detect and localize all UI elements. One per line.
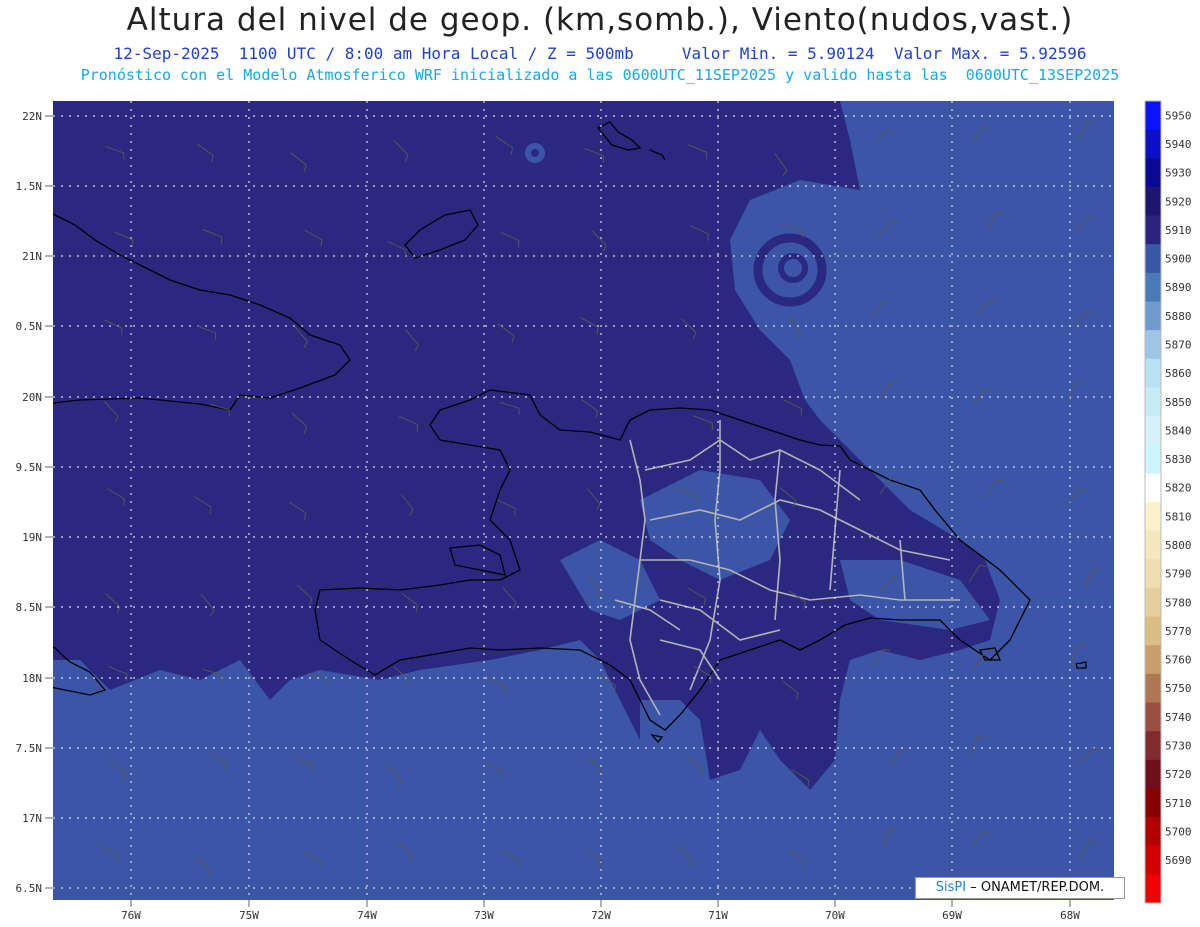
lon-labels: 76W 75W 74W 73W 72W 71W 70W 69W 68W xyxy=(121,909,1080,922)
colorbar-swatch xyxy=(1145,444,1161,474)
colorbar-swatch xyxy=(1145,530,1161,560)
lon-label: 76W xyxy=(121,909,141,922)
lon-label: 71W xyxy=(708,909,728,922)
colorbar-swatch xyxy=(1145,702,1161,732)
colorbar-swatch xyxy=(1145,817,1161,847)
lat-label: 22N xyxy=(22,110,42,123)
colorbar-label: 5710 xyxy=(1165,797,1192,810)
colorbar-label: 5770 xyxy=(1165,625,1192,638)
colorbar-label: 5870 xyxy=(1165,338,1192,351)
colorbar-swatch xyxy=(1145,301,1161,331)
colorbar-swatch xyxy=(1145,186,1161,217)
colorbar-label: 5700 xyxy=(1165,825,1192,838)
colorbar: 5950 5940 5930 5920 5910 5900 5890 5880 5870 5860… xyxy=(1144,100,1192,904)
colorbar-label: 5790 xyxy=(1165,568,1192,581)
colorbar-swatch xyxy=(1145,673,1161,703)
colorbar-label: 5910 xyxy=(1165,224,1192,237)
lon-label: 75W xyxy=(239,909,259,922)
colorbar-swatch xyxy=(1145,129,1161,159)
colorbar-label: 5750 xyxy=(1165,682,1192,695)
colorbar-label: 5800 xyxy=(1165,539,1192,552)
lon-label: 70W xyxy=(825,909,845,922)
colorbar-label: 5900 xyxy=(1165,253,1192,266)
lat-label: 7.5N xyxy=(16,742,43,755)
colorbar-swatch xyxy=(1145,874,1161,904)
colorbar-label: 5810 xyxy=(1165,510,1192,523)
colorbar-swatch xyxy=(1145,158,1161,188)
colorbar-swatch xyxy=(1145,473,1161,503)
colorbar-swatch xyxy=(1145,587,1161,618)
credit-text: – ONAMET/REP.DOM. xyxy=(970,880,1105,895)
colorbar-swatch xyxy=(1145,215,1161,245)
colorbar-label: 5930 xyxy=(1165,167,1192,180)
colorbar-swatch xyxy=(1145,845,1161,875)
colorbar-swatch xyxy=(1145,244,1161,274)
colorbar-swatch xyxy=(1145,272,1161,302)
colorbar-label: 5840 xyxy=(1165,424,1192,437)
colorbar-swatch xyxy=(1145,330,1161,360)
colorbar-swatch xyxy=(1145,358,1161,388)
lat-label: 0.5N xyxy=(16,320,43,333)
colorbar-swatch xyxy=(1145,416,1161,446)
wind-barb-flag xyxy=(321,861,324,869)
colorbar-label: 5830 xyxy=(1165,453,1192,466)
colorbar-label: 5880 xyxy=(1165,310,1192,323)
lat-label: 8.5N xyxy=(16,601,43,614)
forecast-map: 22N 1.5N 21N 0.5N 20N 9.5N 19N 8.5N 18N … xyxy=(16,100,1192,922)
lat-label: 19N xyxy=(22,531,42,544)
geopotential-field xyxy=(53,101,1114,900)
colorbar-label: 5950 xyxy=(1165,109,1192,122)
wind-barb-flag xyxy=(312,764,314,772)
wind-barb-flag xyxy=(228,409,231,417)
lon-label: 74W xyxy=(357,909,377,922)
colorbar-label: 5940 xyxy=(1165,138,1192,151)
colorbar-swatch xyxy=(1145,502,1161,532)
colorbar-label: 5850 xyxy=(1165,396,1192,409)
colorbar-label: 5740 xyxy=(1165,711,1192,724)
lon-label: 73W xyxy=(474,909,494,922)
colorbar-label: 5690 xyxy=(1165,854,1192,867)
credit-box: SisPI – ONAMET/REP.DOM. xyxy=(915,877,1125,899)
colorbar-label: 5890 xyxy=(1165,281,1192,294)
wind-barb-flag xyxy=(121,328,123,336)
colorbar-label: 5820 xyxy=(1165,482,1192,495)
lat-label: 9.5N xyxy=(16,461,43,474)
wind-barb-flag xyxy=(800,408,803,416)
colorbar-label: 5920 xyxy=(1165,195,1192,208)
wind-barb-flag xyxy=(500,770,503,778)
colorbar-swatch xyxy=(1145,387,1161,417)
colorbar-swatch xyxy=(1145,788,1161,818)
lat-label: 18N xyxy=(22,672,42,685)
lat-labels: 22N 1.5N 21N 0.5N 20N 9.5N 19N 8.5N 18N … xyxy=(16,110,43,895)
lon-label: 69W xyxy=(942,909,962,922)
colorbar-swatch xyxy=(1145,559,1161,589)
wind-barb-flag xyxy=(518,408,520,416)
wind-barb-flag xyxy=(801,230,804,238)
colorbar-swatch xyxy=(1145,731,1161,761)
colorbar-swatch xyxy=(1145,645,1161,675)
colorbar-label: 5720 xyxy=(1165,768,1192,781)
colorbar-swatch xyxy=(1145,616,1161,646)
lat-label: 21N xyxy=(22,250,42,263)
lat-label: 17N xyxy=(22,812,42,825)
colorbar-label: 5860 xyxy=(1165,367,1192,380)
lon-label: 72W xyxy=(591,909,611,922)
lat-label: 6.5N xyxy=(16,882,43,895)
wind-barb-flag xyxy=(326,678,329,686)
lat-label: 20N xyxy=(22,391,42,404)
credit-brand: SisPI xyxy=(935,880,967,895)
colorbar-label: 5760 xyxy=(1165,654,1192,667)
lat-label: 1.5N xyxy=(16,180,43,193)
vortex-outer xyxy=(735,215,845,325)
colorbar-swatch xyxy=(1145,101,1161,131)
colorbar-swatch xyxy=(1145,759,1161,789)
wind-barb-flag xyxy=(221,674,223,682)
colorbar-label: 5730 xyxy=(1165,739,1192,752)
lon-label: 68W xyxy=(1060,909,1080,922)
wind-barb-flag xyxy=(514,508,516,516)
colorbar-label: 5780 xyxy=(1165,596,1192,609)
